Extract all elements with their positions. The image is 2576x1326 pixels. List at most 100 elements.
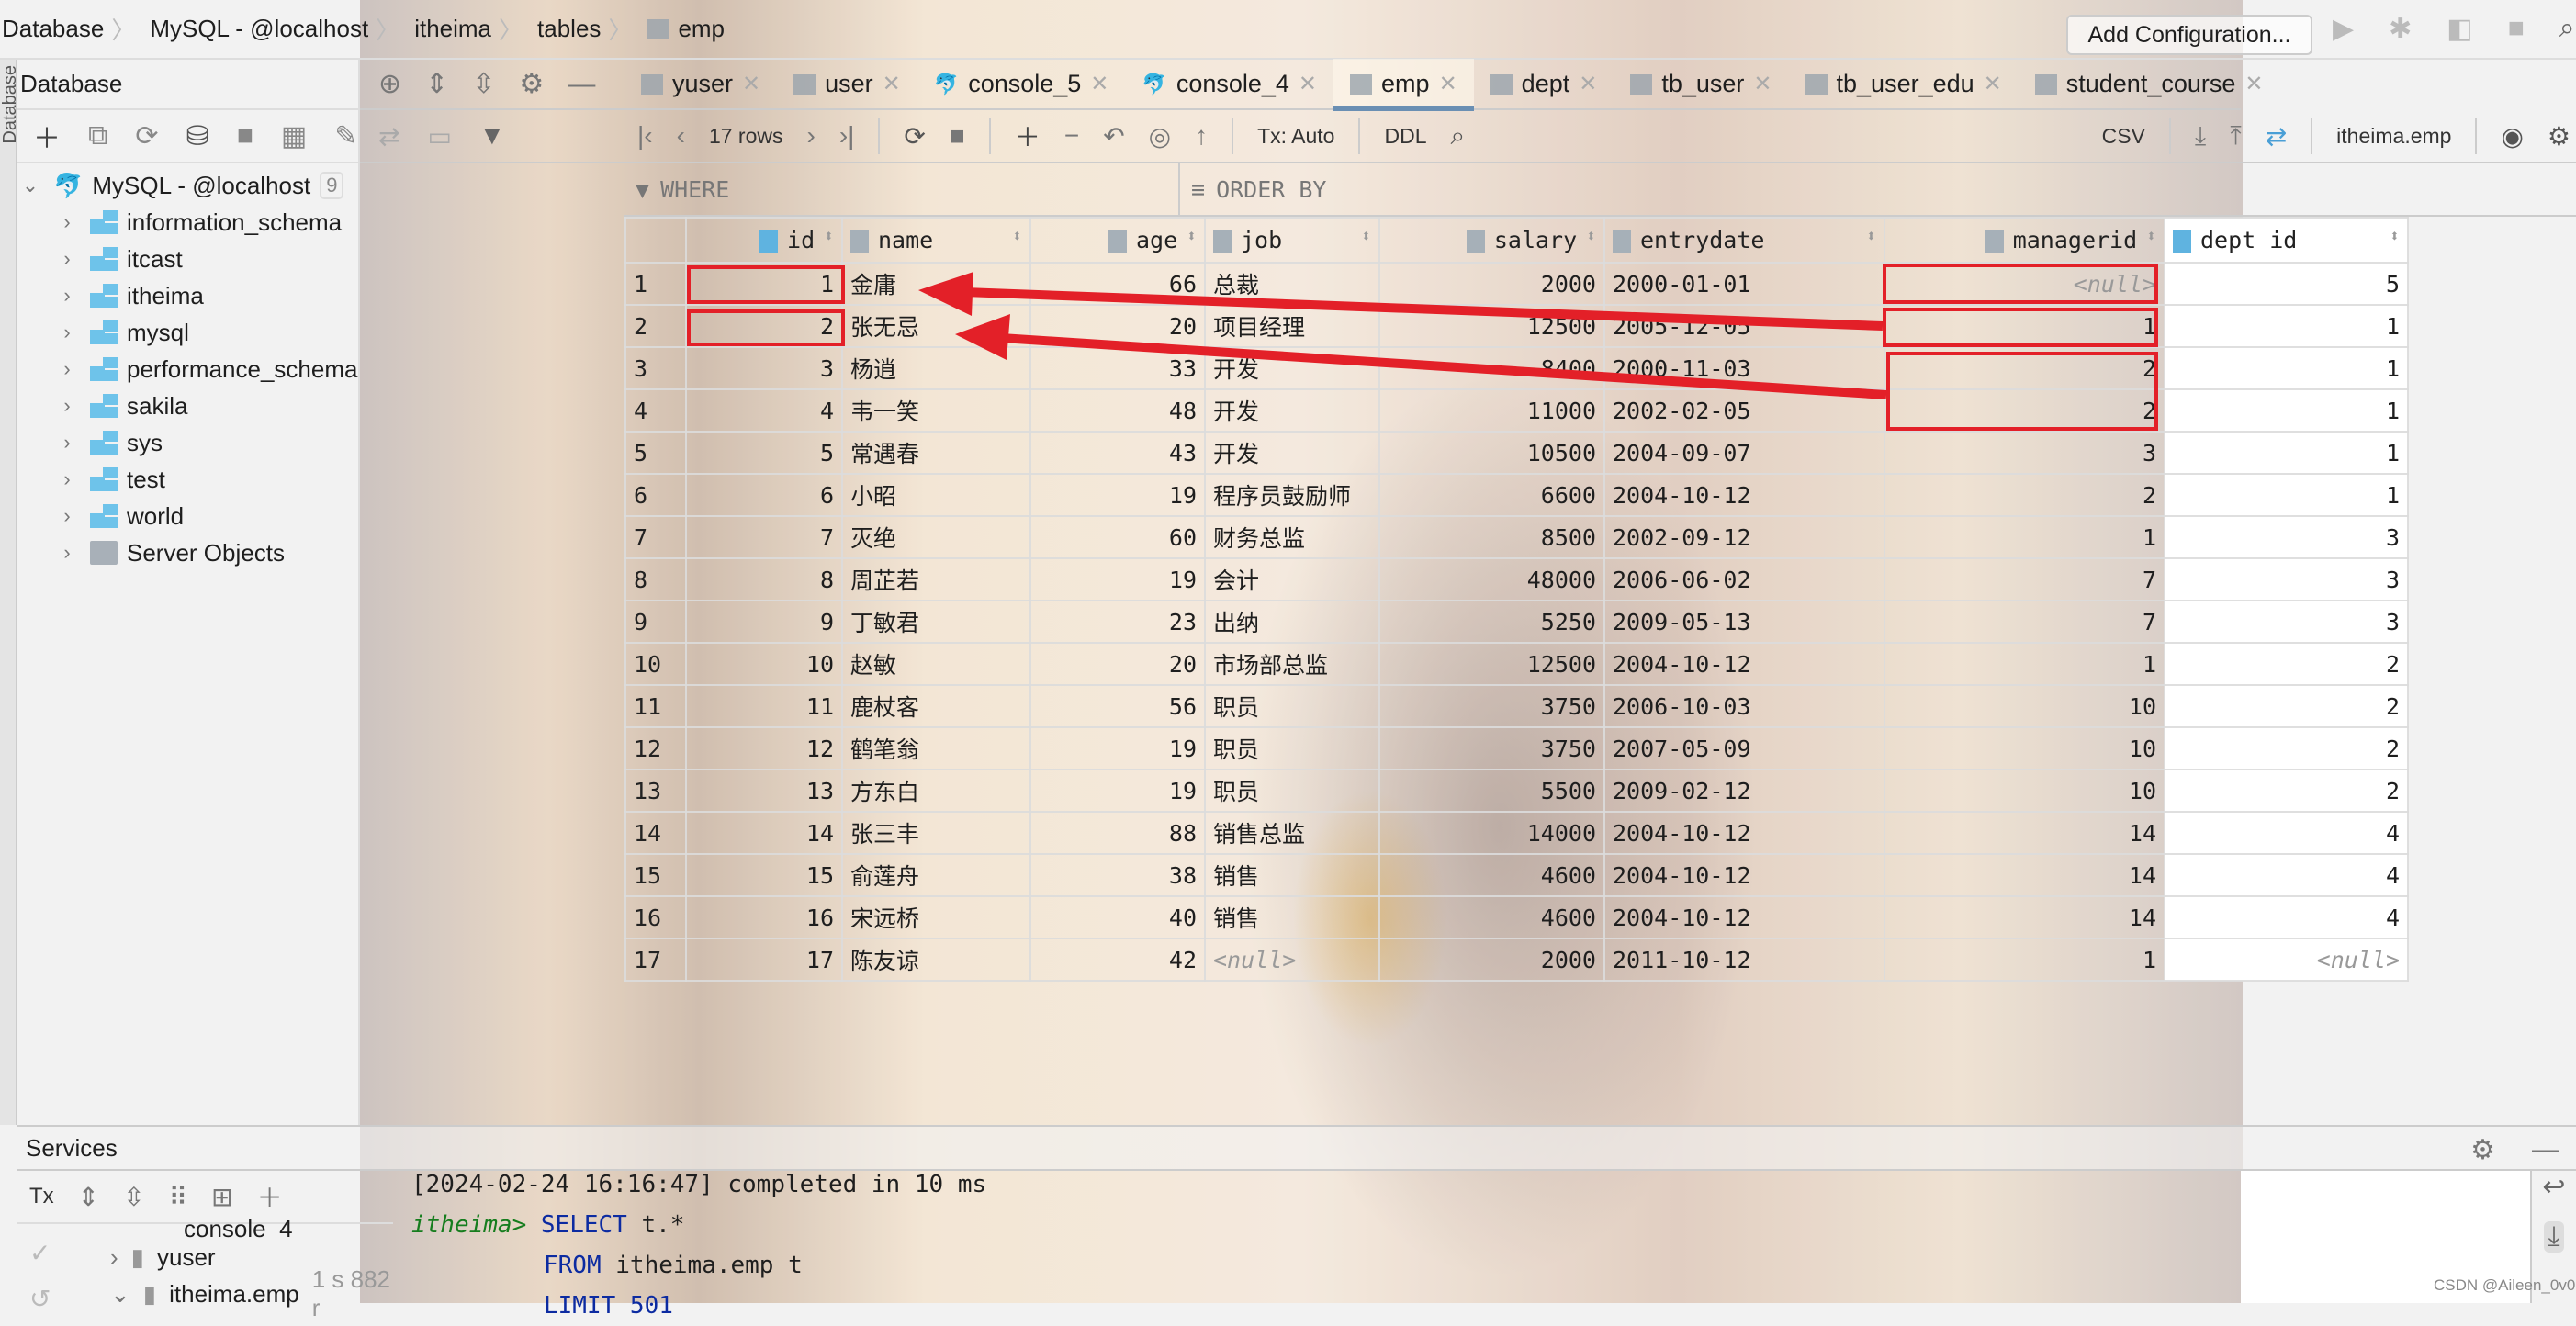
column-header-managerid[interactable]: managerid ⬍ xyxy=(1884,217,2165,264)
cell-managerid[interactable]: 10 xyxy=(1884,769,2165,813)
cell-job[interactable]: 出纳 xyxy=(1204,600,1380,644)
expand-all-icon[interactable]: ⇕ xyxy=(425,68,448,100)
cell-age[interactable]: 43 xyxy=(1029,431,1206,475)
cell-salary[interactable]: 8500 xyxy=(1378,515,1605,559)
cell-id[interactable]: 3 xyxy=(685,346,843,390)
cell-name[interactable]: 鹤笔翁 xyxy=(841,726,1031,770)
cell-dept_id[interactable]: 1 xyxy=(2164,346,2409,390)
cell-id[interactable]: 13 xyxy=(685,769,843,813)
cell-dept_id[interactable]: 2 xyxy=(2164,769,2409,813)
cell-dept_id[interactable]: 4 xyxy=(2164,853,2409,897)
tab-student_course[interactable]: student_course ✕ xyxy=(2019,59,2280,109)
cell-salary[interactable]: 10500 xyxy=(1378,431,1605,475)
cell-dept_id[interactable]: 3 xyxy=(2164,557,2409,601)
cell-managerid[interactable]: 10 xyxy=(1884,726,2165,770)
services-tree-item[interactable]: console_4 xyxy=(83,1219,395,1239)
order-by-input[interactable]: ≡ ORDER BY xyxy=(1180,176,1326,203)
cell-job[interactable]: 市场部总监 xyxy=(1204,642,1380,686)
tree-item-schema[interactable]: › mysql xyxy=(17,314,358,351)
cell-age[interactable]: 33 xyxy=(1029,346,1206,390)
cell-salary[interactable]: 11000 xyxy=(1378,388,1605,433)
cell-job[interactable]: 会计 xyxy=(1204,557,1380,601)
minimize-icon[interactable]: — xyxy=(568,69,595,100)
cell-managerid[interactable]: 7 xyxy=(1884,557,2165,601)
cell-age[interactable]: 19 xyxy=(1029,473,1206,517)
cell-job[interactable]: 财务总监 xyxy=(1204,515,1380,559)
cell-entrydate[interactable]: 2009-05-13 xyxy=(1603,600,1885,644)
cell-id[interactable]: 6 xyxy=(685,473,843,517)
ddl-button[interactable]: DDL xyxy=(1384,124,1426,149)
add-icon[interactable]: ＋ xyxy=(257,1178,283,1215)
add-icon[interactable]: ＋ xyxy=(33,116,61,156)
cell-entrydate[interactable]: 2002-02-05 xyxy=(1603,388,1885,433)
column-header-dept_id[interactable]: dept_id ⬍ xyxy=(2164,217,2409,264)
cell-entrydate[interactable]: 2004-10-12 xyxy=(1603,853,1885,897)
row-number[interactable]: 13 xyxy=(624,769,687,813)
cell-entrydate[interactable]: 2009-02-12 xyxy=(1603,769,1885,813)
tab-user[interactable]: user ✕ xyxy=(777,59,917,109)
cell-name[interactable]: 杨逍 xyxy=(841,346,1031,390)
chevron-down-icon[interactable]: ⌄ xyxy=(110,1280,130,1309)
cell-managerid[interactable]: 10 xyxy=(1884,684,2165,728)
cell-job[interactable]: 总裁 xyxy=(1204,262,1380,306)
table-row[interactable]: 5 5 常遇春 43 开发 10500 2004-09-07 3 1 xyxy=(624,431,2409,475)
breadcrumb-item[interactable]: itheima xyxy=(414,15,491,43)
cell-name[interactable]: 宋远桥 xyxy=(841,895,1031,939)
where-filter-input[interactable]: ▼ WHERE xyxy=(624,163,1180,216)
cell-job[interactable]: 销售总监 xyxy=(1204,811,1380,855)
chevron-right-icon[interactable]: › xyxy=(53,284,81,308)
cell-age[interactable]: 23 xyxy=(1029,600,1206,644)
tree-item-server-objects[interactable]: › Server Objects xyxy=(17,534,358,571)
cell-age[interactable]: 19 xyxy=(1029,726,1206,770)
row-number[interactable]: 14 xyxy=(624,811,687,855)
prev-page-icon[interactable]: ‹ xyxy=(677,121,685,151)
cell-entrydate[interactable]: 2006-06-02 xyxy=(1603,557,1885,601)
row-number[interactable]: 3 xyxy=(624,346,687,390)
copy-icon[interactable]: ⧉ xyxy=(88,120,107,152)
cell-job[interactable]: 程序员鼓励师 xyxy=(1204,473,1380,517)
row-number[interactable]: 15 xyxy=(624,853,687,897)
cell-name[interactable]: 金庸 xyxy=(841,262,1031,306)
row-number[interactable]: 16 xyxy=(624,895,687,939)
cell-managerid[interactable]: 1 xyxy=(1884,642,2165,686)
stop-icon[interactable]: ■ xyxy=(2508,13,2525,45)
last-page-icon[interactable]: ›| xyxy=(839,121,855,151)
cell-age[interactable]: 60 xyxy=(1029,515,1206,559)
chevron-right-icon[interactable]: › xyxy=(53,394,81,418)
cell-entrydate[interactable]: 2011-10-12 xyxy=(1603,938,1885,982)
cell-name[interactable]: 张三丰 xyxy=(841,811,1031,855)
tree-item-schema[interactable]: › information_schema xyxy=(17,204,358,241)
cell-dept_id[interactable]: 2 xyxy=(2164,684,2409,728)
cell-dept_id[interactable]: 2 xyxy=(2164,726,2409,770)
collapse-all-icon[interactable]: ⇳ xyxy=(472,68,495,100)
cell-name[interactable]: 陈友谅 xyxy=(841,938,1031,982)
cell-job[interactable]: 职员 xyxy=(1204,769,1380,813)
close-icon[interactable]: ✕ xyxy=(2244,71,2263,97)
cell-age[interactable]: 38 xyxy=(1029,853,1206,897)
cell-managerid[interactable]: 14 xyxy=(1884,853,2165,897)
tree-item-schema[interactable]: › performance_schema xyxy=(17,351,358,388)
cell-id[interactable]: 7 xyxy=(685,515,843,559)
cell-salary[interactable]: 3750 xyxy=(1378,726,1605,770)
chevron-right-icon[interactable]: › xyxy=(53,467,81,491)
cell-dept_id[interactable]: 2 xyxy=(2164,642,2409,686)
chevron-right-icon[interactable]: › xyxy=(53,247,81,271)
cell-managerid[interactable]: 7 xyxy=(1884,600,2165,644)
db-tools-icon[interactable]: ⛁ xyxy=(186,120,209,152)
cell-age[interactable]: 88 xyxy=(1029,811,1206,855)
compare-icon[interactable]: ⇄ xyxy=(2266,121,2287,152)
search-icon[interactable]: ⌕ xyxy=(1450,121,1465,152)
cell-name[interactable]: 赵敏 xyxy=(841,642,1031,686)
cell-job[interactable]: 开发 xyxy=(1204,388,1380,433)
column-header-name[interactable]: name ⬍ xyxy=(841,217,1031,264)
cell-id[interactable]: 14 xyxy=(685,811,843,855)
close-icon[interactable]: ✕ xyxy=(1579,71,1597,97)
cell-name[interactable]: 俞莲舟 xyxy=(841,853,1031,897)
cell-job[interactable]: <null> xyxy=(1204,938,1380,982)
gear-icon[interactable]: ⚙ xyxy=(2548,121,2570,152)
cell-id[interactable]: 16 xyxy=(685,895,843,939)
cell-name[interactable]: 张无忌 xyxy=(841,304,1031,348)
upload-icon[interactable]: ⤒ xyxy=(2230,121,2241,152)
breadcrumb-item[interactable]: tables xyxy=(537,15,601,43)
cell-name[interactable]: 鹿杖客 xyxy=(841,684,1031,728)
